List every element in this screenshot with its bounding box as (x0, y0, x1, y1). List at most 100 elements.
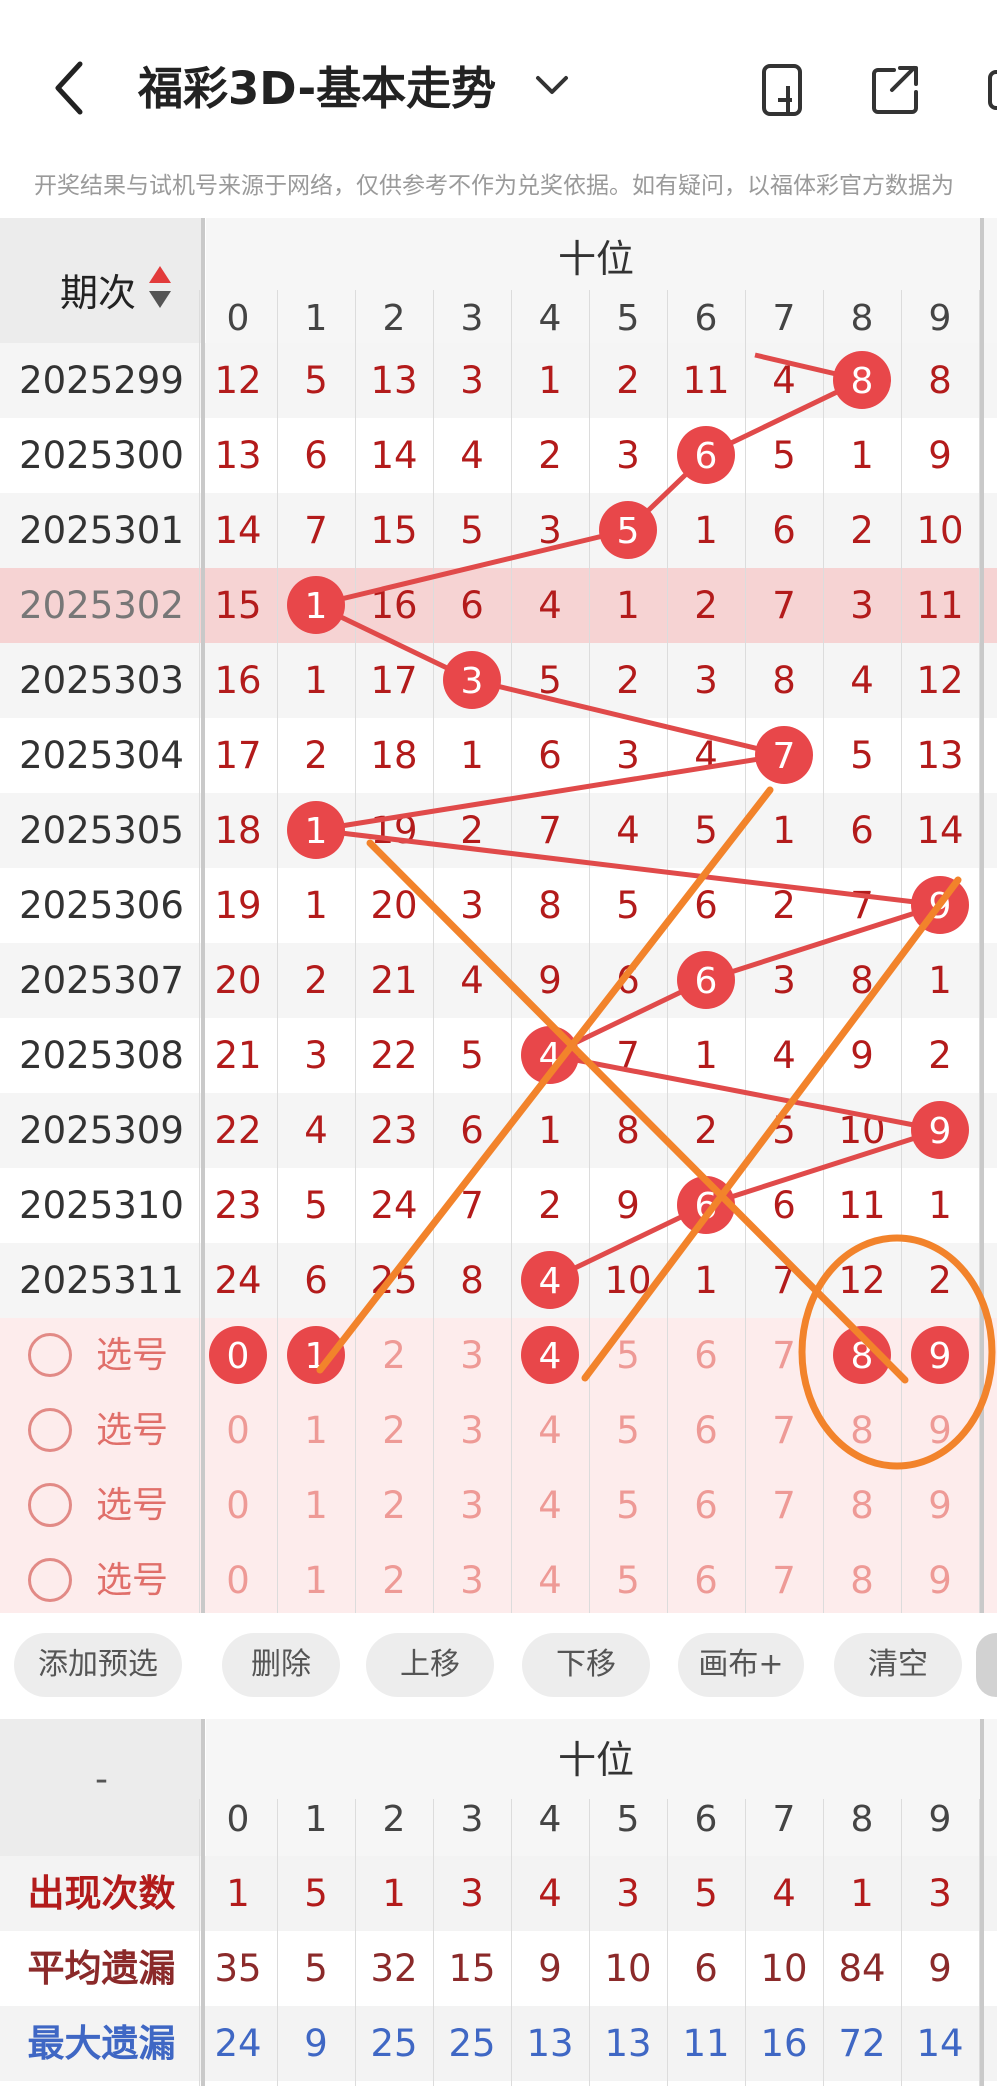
stats-row-label: 平均遗漏 (27, 1947, 176, 1990)
digit-option[interactable]: 9 (901, 1543, 979, 1618)
omission-cell: 3 (616, 733, 640, 777)
digit-option[interactable]: 1 (277, 1393, 355, 1468)
digit-option[interactable]: 1 (277, 1468, 355, 1543)
stats-cell: 6 (694, 1947, 718, 1990)
stats-cell: 5 (304, 1947, 328, 1990)
omission-cell: 1 (460, 733, 484, 777)
period-cell: 2025311 (19, 1258, 184, 1302)
toolbar-button[interactable]: 删除 (222, 1633, 340, 1697)
stats-cell: 4 (538, 1872, 562, 1915)
omission-cell: 2 (928, 1033, 952, 1077)
select-radio[interactable] (28, 1483, 72, 1527)
digit-option[interactable]: 2 (355, 1393, 433, 1468)
omission-cell: 1 (928, 1183, 952, 1227)
digit-header-0: 0 (226, 298, 250, 339)
digit-option[interactable]: 5 (589, 1318, 667, 1393)
digit-option[interactable]: 5 (589, 1393, 667, 1468)
digit-option[interactable]: 6 (667, 1393, 745, 1468)
digit-option[interactable]: 0 (199, 1468, 277, 1543)
select-label[interactable]: 选号 (96, 1393, 168, 1468)
digit-option[interactable]: 2 (355, 1468, 433, 1543)
select-radio[interactable] (28, 1333, 72, 1377)
digit-option[interactable]: 7 (745, 1543, 823, 1618)
digit-option[interactable]: 5 (589, 1468, 667, 1543)
omission-cell: 4 (616, 808, 640, 852)
omission-cell: 20 (370, 883, 418, 927)
stats-cell: 84 (838, 1947, 886, 1990)
digit-option[interactable]: 3 (433, 1318, 511, 1393)
digit-option[interactable]: 7 (745, 1318, 823, 1393)
omission-cell: 6 (772, 508, 796, 552)
digit-option[interactable]: 8 (823, 1468, 901, 1543)
omission-cell: 8 (538, 883, 562, 927)
select-radio[interactable] (28, 1408, 72, 1452)
omission-cell: 3 (538, 508, 562, 552)
omission-cell: 13 (916, 733, 964, 777)
omission-cell: 4 (460, 433, 484, 477)
digit-option[interactable]: 6 (667, 1318, 745, 1393)
omission-cell: 5 (850, 733, 874, 777)
digit-option[interactable]: 2 (355, 1543, 433, 1618)
digit-option[interactable]: 4 (511, 1393, 589, 1468)
digit-option[interactable]: 2 (355, 1318, 433, 1393)
omission-cell: 3 (694, 658, 718, 702)
omission-cell: 2 (616, 358, 640, 402)
omission-cell: 2 (538, 1183, 562, 1227)
digit-option[interactable]: 6 (667, 1543, 745, 1618)
stats-grid-line (277, 1799, 278, 2086)
digit-option[interactable]: 4 (511, 1543, 589, 1618)
omission-cell: 5 (772, 1108, 796, 1152)
stats-corner: - (95, 1759, 108, 1800)
select-radio[interactable] (28, 1558, 72, 1602)
digit-option[interactable]: 0 (199, 1543, 277, 1618)
toolbar-button[interactable]: 上移 (366, 1633, 494, 1697)
period-cell: 2025306 (19, 883, 184, 927)
stats-cell: 72 (838, 2022, 886, 2065)
toolbar-button[interactable]: 清空 (834, 1633, 962, 1697)
digit-option[interactable]: 8 (823, 1543, 901, 1618)
digit-option[interactable]: 3 (433, 1543, 511, 1618)
select-label[interactable]: 选号 (96, 1543, 168, 1618)
toolbar-more-button[interactable] (976, 1633, 997, 1697)
omission-cell: 5 (538, 658, 562, 702)
stats-cell: 3 (616, 1872, 640, 1915)
omission-cell: 9 (538, 958, 562, 1002)
omission-cell: 4 (538, 583, 562, 627)
omission-cell: 18 (370, 733, 418, 777)
digit-option[interactable]: 9 (901, 1393, 979, 1468)
omission-cell: 19 (370, 808, 418, 852)
omission-cell: 4 (772, 1033, 796, 1077)
digit-option[interactable]: 0 (199, 1393, 277, 1468)
omission-cell: 1 (694, 508, 718, 552)
digit-option[interactable]: 7 (745, 1393, 823, 1468)
toolbar-button[interactable]: 下移 (522, 1633, 650, 1697)
digit-option[interactable]: 5 (589, 1543, 667, 1618)
stats-grid-line (433, 1799, 434, 2086)
digit-option[interactable]: 1 (277, 1543, 355, 1618)
toolbar-button[interactable]: 画布+ (678, 1633, 804, 1697)
omission-cell: 11 (838, 1183, 886, 1227)
digit-option[interactable]: 7 (745, 1468, 823, 1543)
digit-option[interactable]: 3 (433, 1468, 511, 1543)
omission-cell: 7 (304, 508, 328, 552)
period-cell: 2025309 (19, 1108, 184, 1152)
stats-cell: 1 (382, 1872, 406, 1915)
omission-cell: 15 (370, 508, 418, 552)
select-label[interactable]: 选号 (96, 1468, 168, 1543)
digit-option[interactable]: 9 (901, 1468, 979, 1543)
toolbar-button[interactable]: 添加预选 (14, 1633, 182, 1697)
omission-cell: 3 (616, 433, 640, 477)
digit-option[interactable]: 4 (511, 1468, 589, 1543)
omission-cell: 1 (694, 1258, 718, 1302)
omission-cell: 3 (772, 958, 796, 1002)
stats-grid-line (667, 1799, 668, 2086)
digit-option[interactable]: 6 (667, 1468, 745, 1543)
stats-digit-header: 7 (772, 1799, 796, 1840)
omission-cell: 13 (370, 358, 418, 402)
stats-cell: 32 (370, 1947, 418, 1990)
omission-cell: 2 (616, 658, 640, 702)
digit-option[interactable]: 8 (823, 1393, 901, 1468)
select-label[interactable]: 选号 (96, 1318, 168, 1393)
omission-cell: 14 (370, 433, 418, 477)
digit-option[interactable]: 3 (433, 1393, 511, 1468)
